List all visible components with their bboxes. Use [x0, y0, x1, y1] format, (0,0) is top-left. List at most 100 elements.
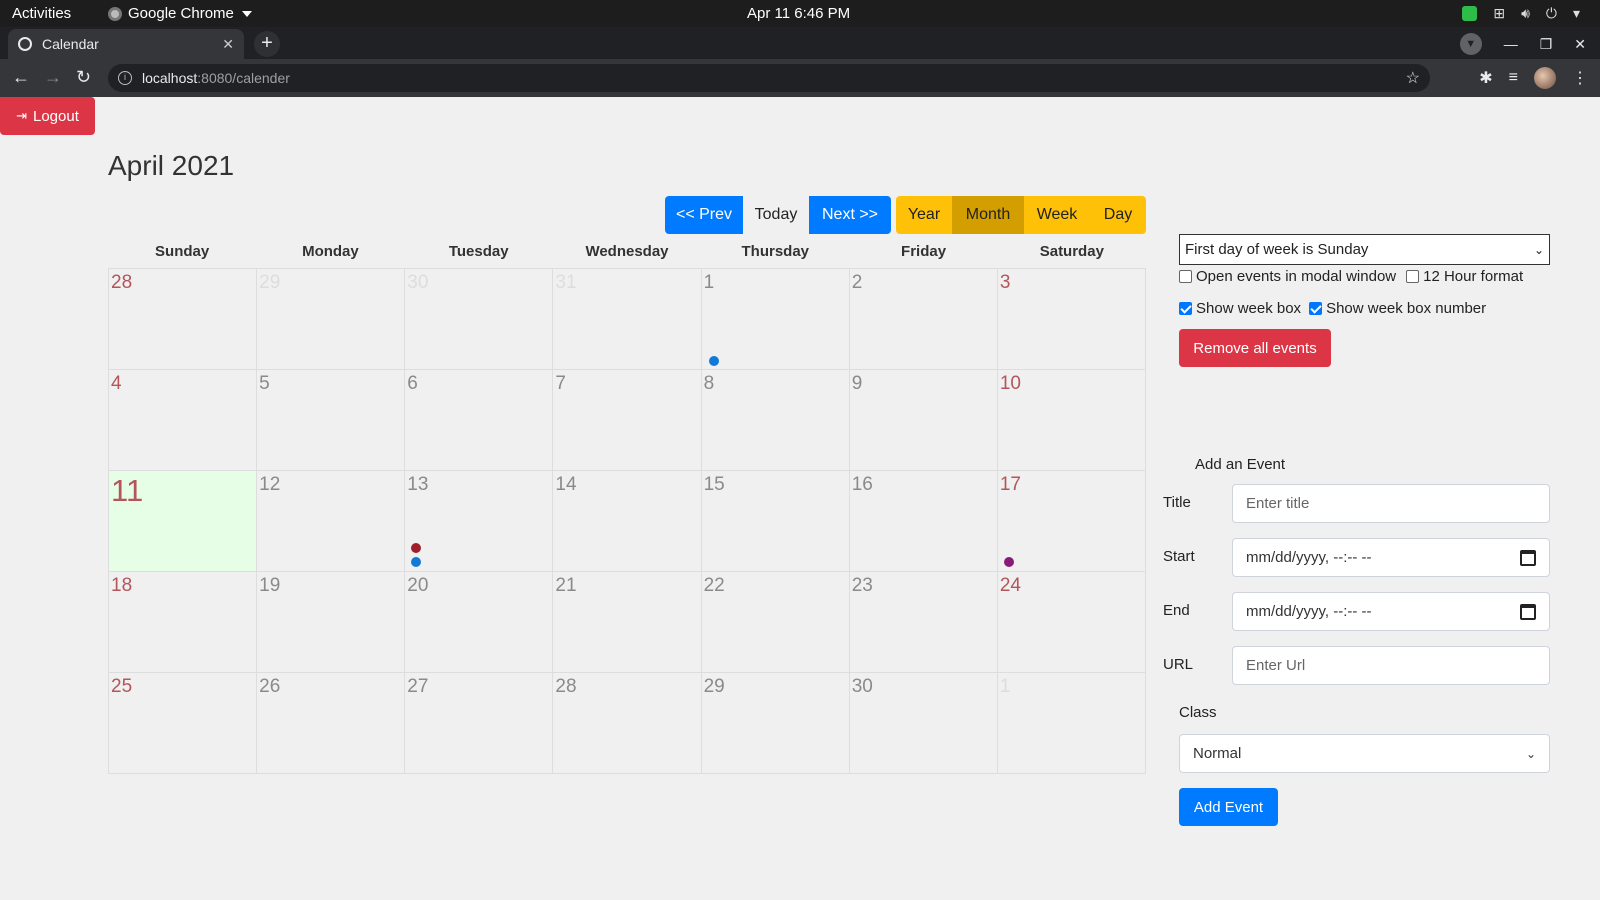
- bookmark-star-icon[interactable]: ☆: [1406, 68, 1420, 88]
- day-cell[interactable]: 19: [257, 572, 406, 673]
- day-cell[interactable]: 23: [849, 572, 998, 673]
- new-tab-button[interactable]: +: [254, 31, 280, 57]
- extensions-icon[interactable]: ✱: [1479, 68, 1492, 88]
- day-number[interactable]: 16: [852, 474, 873, 496]
- system-tray[interactable]: ⊞ 🔊︎ ⏻ ▾: [1462, 5, 1580, 22]
- day-cell[interactable]: 30: [849, 673, 998, 774]
- class-select[interactable]: Normal ⌄: [1179, 734, 1550, 773]
- day-number[interactable]: 7: [555, 373, 566, 395]
- day-number[interactable]: 17: [1000, 474, 1021, 496]
- close-icon[interactable]: ✕: [222, 36, 234, 53]
- info-icon[interactable]: i: [118, 71, 132, 85]
- day-cell[interactable]: 25: [109, 673, 258, 774]
- day-cell[interactable]: 12: [257, 471, 406, 572]
- day-number[interactable]: 28: [555, 676, 576, 698]
- next-button[interactable]: Next >>: [809, 196, 891, 234]
- day-cell[interactable]: 13: [405, 471, 554, 572]
- day-number[interactable]: 31: [555, 272, 576, 294]
- day-number[interactable]: 25: [111, 676, 132, 698]
- media-icon[interactable]: ≡: [1509, 69, 1518, 87]
- day-number[interactable]: 3: [1000, 272, 1011, 294]
- day-number[interactable]: 26: [259, 676, 280, 698]
- day-cell[interactable]: 14: [553, 471, 702, 572]
- day-number[interactable]: 23: [852, 575, 873, 597]
- day-cell[interactable]: 9: [849, 370, 998, 471]
- calendar-week[interactable]: 4 5 6 7 8 9 10: [109, 370, 1146, 471]
- day-number[interactable]: 20: [407, 575, 428, 597]
- day-cell[interactable]: 1: [997, 673, 1146, 774]
- power-icon[interactable]: ⏻: [1546, 5, 1557, 22]
- end-datetime-input[interactable]: mm/dd/yyyy, --:-- --: [1232, 592, 1550, 631]
- day-cell[interactable]: 24: [997, 572, 1146, 673]
- day-cell[interactable]: 17: [997, 471, 1146, 572]
- day-number[interactable]: 1: [704, 272, 715, 294]
- day-cell[interactable]: 29: [701, 673, 850, 774]
- hour12-checkbox[interactable]: [1406, 270, 1420, 283]
- day-number[interactable]: 15: [704, 474, 725, 496]
- event-dot[interactable]: [411, 557, 422, 567]
- day-cell[interactable]: 3: [997, 269, 1146, 370]
- day-number[interactable]: 5: [259, 373, 270, 395]
- day-number[interactable]: 19: [259, 575, 280, 597]
- clock[interactable]: Apr 11 6:46 PM: [747, 5, 850, 22]
- day-number[interactable]: 29: [704, 676, 725, 698]
- day-number[interactable]: 13: [407, 474, 428, 496]
- day-number[interactable]: 14: [555, 474, 576, 496]
- app-menu[interactable]: Google Chrome: [108, 5, 252, 22]
- day-cell[interactable]: 7: [553, 370, 702, 471]
- browser-tab[interactable]: Calendar ✕: [8, 29, 244, 59]
- start-datetime-input[interactable]: mm/dd/yyyy, --:-- --: [1232, 538, 1550, 577]
- back-icon[interactable]: ←: [12, 67, 30, 88]
- reload-icon[interactable]: ↻: [76, 67, 91, 88]
- avatar[interactable]: [1534, 67, 1556, 89]
- day-number[interactable]: 1: [1000, 676, 1011, 698]
- day-number[interactable]: 10: [1000, 373, 1021, 395]
- logout-button[interactable]: ⇥ Logout: [0, 97, 95, 135]
- day-cell[interactable]: 15: [701, 471, 850, 572]
- remove-all-events-button[interactable]: Remove all events: [1179, 329, 1331, 367]
- day-number[interactable]: 24: [1000, 575, 1021, 597]
- day-number[interactable]: 30: [852, 676, 873, 698]
- show-week-box-checkbox[interactable]: [1179, 302, 1192, 315]
- add-event-button[interactable]: Add Event: [1179, 788, 1278, 826]
- event-dot[interactable]: [1003, 557, 1014, 567]
- view-week-button[interactable]: Week: [1024, 196, 1090, 234]
- day-number[interactable]: 12: [259, 474, 280, 496]
- open-modal-checkbox[interactable]: [1179, 270, 1192, 283]
- calendar-week[interactable]: 25 26 27 28 29 30 1: [109, 673, 1146, 774]
- day-cell[interactable]: 21: [553, 572, 702, 673]
- calendar-week[interactable]: 11 12 13 14 15 16 17: [109, 471, 1146, 572]
- address-bar[interactable]: i localhost:8080/calender ☆: [108, 64, 1430, 92]
- day-number[interactable]: 30: [407, 272, 428, 294]
- day-number[interactable]: 29: [259, 272, 280, 294]
- day-cell[interactable]: 18: [109, 572, 258, 673]
- view-year-button[interactable]: Year: [896, 196, 952, 234]
- tab-search-icon[interactable]: ▼: [1459, 33, 1482, 55]
- day-number[interactable]: 2: [852, 272, 863, 294]
- calendar-week[interactable]: 28 29 30 31 1 2 3: [109, 269, 1146, 370]
- day-cell[interactable]: 10: [997, 370, 1146, 471]
- event-dot[interactable]: [411, 543, 422, 553]
- prev-button[interactable]: << Prev: [665, 196, 743, 234]
- day-cell[interactable]: 20: [405, 572, 554, 673]
- day-number[interactable]: 9: [852, 373, 863, 395]
- day-number[interactable]: 6: [407, 373, 418, 395]
- day-number[interactable]: 18: [111, 575, 132, 597]
- restore-icon[interactable]: ❐: [1540, 36, 1553, 53]
- day-cell[interactable]: 30: [405, 269, 554, 370]
- view-day-button[interactable]: Day: [1090, 196, 1146, 234]
- chevron-down-icon[interactable]: ▾: [1573, 5, 1580, 22]
- day-number[interactable]: 21: [555, 575, 576, 597]
- calendar-icon[interactable]: [1520, 549, 1536, 566]
- security-icon[interactable]: [1462, 6, 1478, 21]
- day-cell[interactable]: 2: [849, 269, 998, 370]
- day-cell[interactable]: 4: [109, 370, 258, 471]
- title-input[interactable]: Enter title: [1232, 484, 1550, 523]
- day-cell[interactable]: 8: [701, 370, 850, 471]
- first-day-select[interactable]: First day of week is Sunday ⌄: [1179, 234, 1550, 265]
- view-month-button[interactable]: Month: [952, 196, 1024, 234]
- day-cell[interactable]: 31: [553, 269, 702, 370]
- day-cell[interactable]: 22: [701, 572, 850, 673]
- day-number[interactable]: 28: [111, 272, 132, 294]
- close-window-icon[interactable]: ✕: [1574, 36, 1586, 53]
